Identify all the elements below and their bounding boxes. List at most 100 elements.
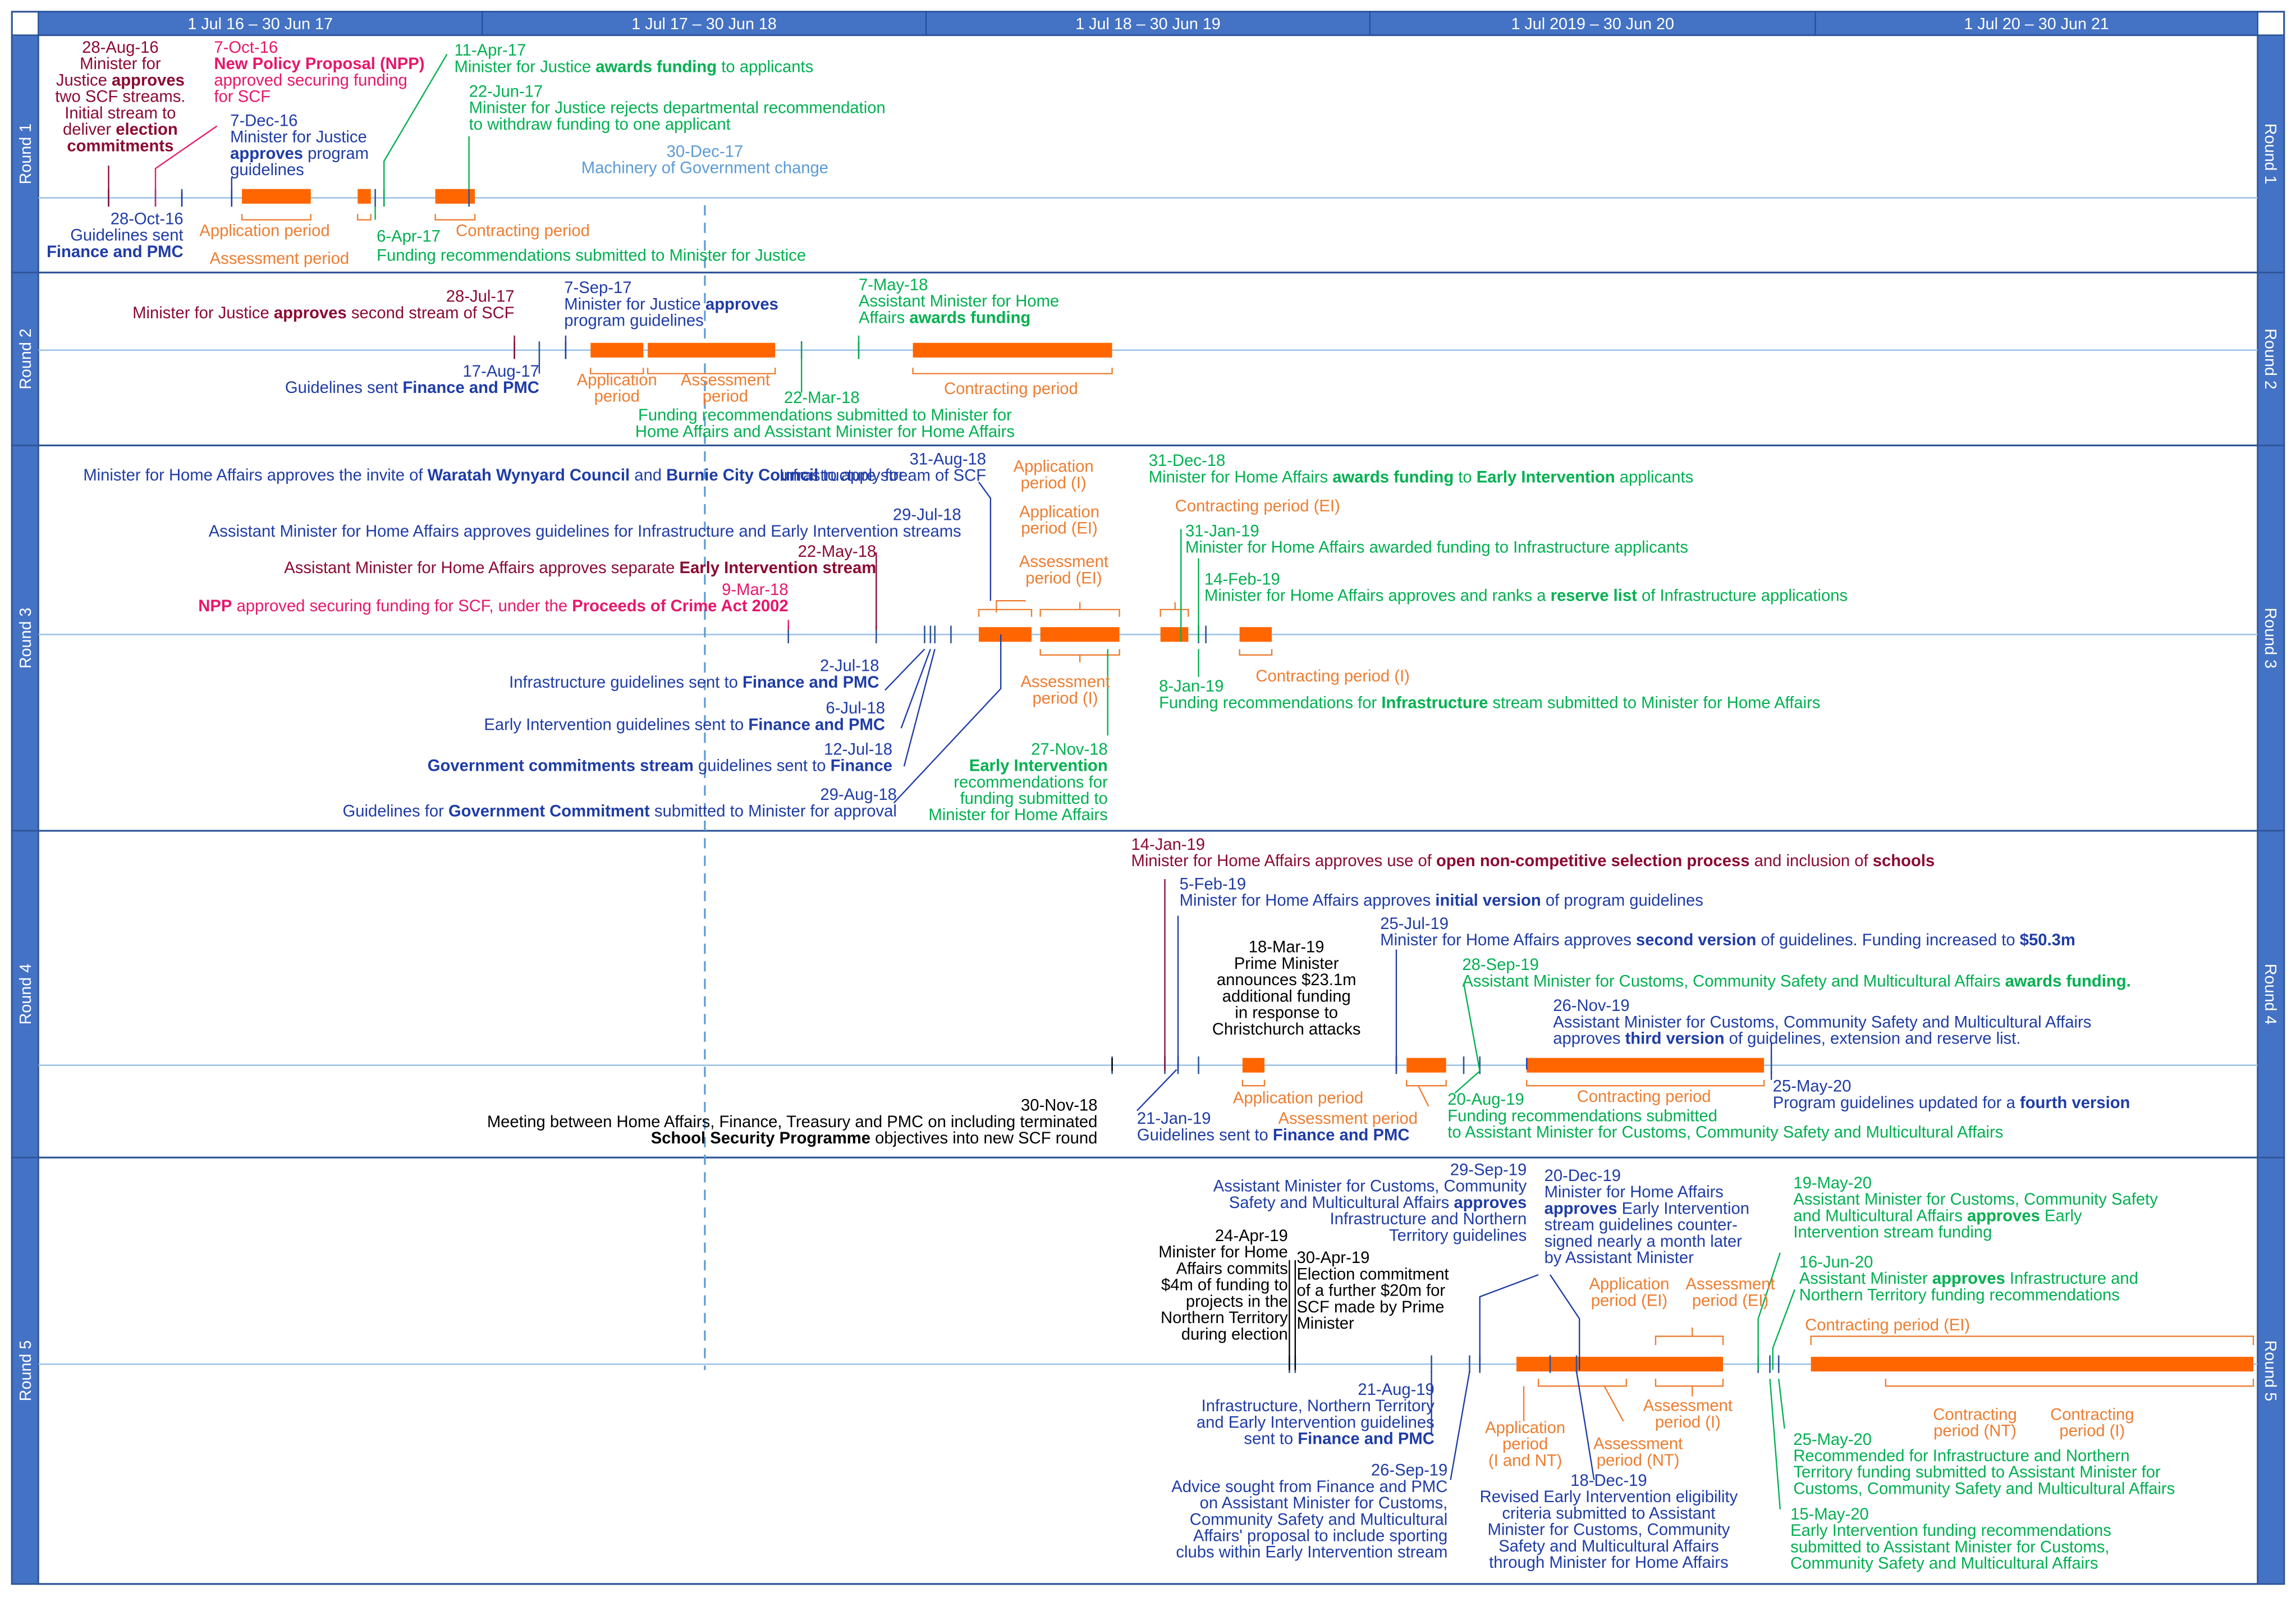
annotation-line: Safety and Multicultural Affairs approve…	[1229, 1194, 1527, 1212]
annotation-line: Election commitment	[1296, 1265, 1449, 1283]
annotation-line: stream guidelines counter-	[1545, 1216, 1738, 1234]
annotation-line: period (I)	[1655, 1413, 1721, 1431]
annotation-line: Contracting period (EI)	[1175, 497, 1340, 515]
annotation-line: Assessment	[1020, 673, 1110, 691]
round-label-right: Round 1	[2261, 123, 2279, 185]
annotation-line: and Early Intervention guidelines	[1197, 1413, 1435, 1431]
annotation-line: 18-Mar-19	[1249, 939, 1325, 957]
annotation-line: for SCF	[214, 88, 271, 106]
annotation-line: School Security Programme objectives int…	[651, 1129, 1098, 1147]
annotation-line: Guidelines for Government Commitment sub…	[343, 802, 897, 820]
annotation-line: Assistant Minister for Home Affairs appr…	[209, 523, 961, 541]
period-bar	[1040, 627, 1120, 642]
annotation-line: Home Affairs and Assistant Minister for …	[635, 423, 1015, 441]
annotation-line: Program guidelines updated for a fourth …	[1773, 1094, 2130, 1112]
annotation-line: Community Safety and Multicultural	[1190, 1511, 1448, 1529]
annotation-line: Funding recommendations for Infrastructu…	[1159, 694, 1820, 712]
annotation-line: 18-Dec-19	[1570, 1472, 1647, 1490]
period-bar	[913, 342, 1112, 358]
annotation-line: and Multicultural Affairs approves Early	[1793, 1207, 2082, 1225]
annotation-line: clubs within Early Intervention stream	[1176, 1544, 1447, 1562]
annotation-line: 26-Nov-19	[1553, 997, 1629, 1015]
event-annotation: Contracting period (NT)	[1933, 1406, 2017, 1440]
annotation-line: approves program	[230, 145, 369, 163]
annotation-line: 20-Aug-19	[1447, 1091, 1524, 1109]
annotation-line: 7-Sep-17	[564, 279, 631, 297]
annotation-line: 30-Nov-18	[1021, 1097, 1097, 1115]
annotation-line: Infrastructure guidelines sent to Financ…	[509, 674, 879, 692]
annotation-line: to Assistant Minister for Customs, Commu…	[1447, 1124, 2003, 1142]
annotation-line: on Assistant Minister for Customs,	[1200, 1494, 1448, 1512]
annotation-line: Assistant Minister for Customs, Communit…	[1793, 1191, 2158, 1209]
annotation-line: Meeting between Home Affairs, Finance, T…	[487, 1113, 1098, 1131]
annotation-line: 21-Jan-19	[1137, 1110, 1211, 1128]
annotation-line: signed nearly a month later	[1545, 1233, 1743, 1251]
annotation-line: (I and NT)	[1488, 1452, 1562, 1470]
annotation-line: Assistant Minister approves Infrastructu…	[1799, 1270, 2138, 1288]
annotation-line: 29-Sep-19	[1450, 1161, 1527, 1179]
annotation-line: projects in the	[1186, 1293, 1288, 1311]
annotation-line: Minister for Justice awards funding to a…	[455, 58, 814, 76]
annotation-line: Affairs awards funding	[859, 309, 1030, 327]
annotation-line: two SCF streams.	[55, 88, 185, 106]
annotation-line: Minister for Justice	[230, 129, 367, 147]
period-bar	[979, 627, 1032, 642]
annotation-line: Assistant Minister for Customs, Communit…	[1553, 1013, 2091, 1031]
annotation-line: Guidelines sent	[70, 227, 183, 245]
annotation-line: in response to	[1235, 1004, 1338, 1022]
period-bar	[358, 189, 371, 204]
annotation-line: Application period	[199, 222, 329, 240]
period-bar	[648, 342, 776, 358]
timeline-chart: 1 Jul 16 – 30 Jun 17 1 Jul 17 – 30 Jun 18…	[11, 11, 2285, 1585]
annotation-line: Minister for Home Affairs	[1545, 1183, 1724, 1201]
annotation-line: Assistant Minister for Customs, Communit…	[1462, 972, 2130, 990]
round-label-left: Round 5	[17, 1340, 35, 1402]
event-annotation: Application period	[199, 222, 329, 240]
annotation-line: Minister	[1296, 1315, 1354, 1333]
event-annotation: Funding recommendations submitted to Min…	[377, 247, 806, 265]
annotation-line: 22-May-18	[798, 543, 877, 561]
annotation-line: period (I)	[2059, 1422, 2125, 1440]
annotation-line: commitments	[67, 137, 173, 155]
annotation-line: Minister for Customs, Community	[1487, 1521, 1730, 1539]
annotation-line: Infrastructure and Northern	[1330, 1210, 1527, 1228]
round-label-left: Round 4	[17, 964, 35, 1025]
annotation-line: 28-Jul-17	[446, 288, 515, 306]
annotation-line: period	[594, 388, 640, 406]
annotation-line: Affairs' proposal to include sporting	[1193, 1527, 1447, 1545]
annotation-line: sent to Finance and PMC	[1244, 1430, 1434, 1448]
period-bar	[1516, 1357, 1724, 1372]
event-annotation: 6-Apr-17	[377, 228, 441, 246]
annotation-line: 14-Jan-19	[1131, 836, 1205, 854]
annotation-line: approves third version of guidelines, ex…	[1553, 1030, 2020, 1048]
annotation-line: 6-Jul-18	[826, 699, 885, 717]
annotation-line: period (NT)	[1597, 1452, 1680, 1470]
annotation-line: 7-Dec-16	[230, 112, 297, 130]
annotation-line: program guidelines	[564, 312, 704, 330]
event-annotation: Contracting period (I)	[2050, 1406, 2134, 1440]
annotation-line: period (NT)	[1933, 1422, 2017, 1440]
annotation-line: Affairs commits	[1176, 1260, 1288, 1278]
event-annotation: Contracting period	[1577, 1088, 1711, 1106]
annotation-line: to withdraw funding to one applicant	[469, 116, 731, 134]
annotation-line: period (EI)	[1591, 1292, 1667, 1310]
annotation-line: Assessment	[681, 372, 770, 390]
round-label-right: Round 5	[2261, 1340, 2279, 1402]
annotation-line: Safety and Multicultural Affairs	[1498, 1537, 1718, 1555]
annotation-line: Application	[1589, 1275, 1670, 1293]
annotation-line: 31-Dec-18	[1149, 452, 1225, 470]
annotation-line: Minister for Home Affairs approves use o…	[1131, 852, 1935, 870]
annotation-line: period (EI)	[1692, 1292, 1768, 1310]
annotation-line: Guidelines sent Finance and PMC	[285, 379, 539, 397]
annotation-line: funding submitted to	[960, 790, 1108, 808]
annotation-line: guidelines	[230, 161, 304, 179]
annotation-line: Application	[1485, 1419, 1565, 1437]
round-label-left: Round 3	[17, 608, 35, 669]
annotation-line: 14-Feb-19	[1204, 571, 1280, 589]
annotation-line: period	[703, 388, 748, 406]
annotation-line: Initial stream to	[65, 104, 176, 122]
annotation-line: Territory guidelines	[1389, 1227, 1527, 1244]
round-band	[37, 271, 2259, 447]
event-annotation: Assessment period	[1278, 1110, 1418, 1128]
annotation-line: Funding recommendations submitted	[1447, 1107, 1717, 1125]
